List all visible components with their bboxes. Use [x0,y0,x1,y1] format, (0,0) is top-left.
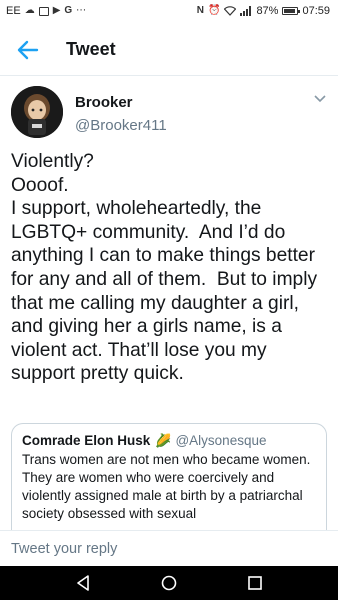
alarm-icon: ⏰ [207,5,221,16]
more-icon: ⋯ [76,5,87,16]
square-recents-icon [248,576,262,590]
quoted-author-name: Comrade Elon Husk [22,433,151,448]
quoted-tweet-text: Trans women are not men who became women… [22,452,311,521]
clock: 07:59 [302,5,330,17]
reply-input[interactable] [11,540,311,557]
navigation-bar [0,566,338,600]
quoted-tweet-header: Comrade Elon Husk 🌽 @Alysonesque [22,432,316,450]
author-names: Brooker @Brooker411 [75,86,167,138]
nav-back-button[interactable] [68,568,98,598]
google-icon: G [64,5,73,16]
quoted-tweet[interactable]: Comrade Elon Husk 🌽 @Alysonesque Trans w… [11,423,327,533]
author-display-name[interactable]: Brooker [75,94,167,112]
reply-bar [0,530,338,566]
triangle-back-icon [77,575,89,591]
corn-emoji-icon: 🌽 [155,433,172,448]
circle-home-icon [161,575,177,591]
battery-icon [282,7,301,15]
status-bar: EE ☁ ▶ G ⋯ N ⏰ 87% 07:59 [0,0,338,22]
avatar[interactable] [11,86,63,138]
nav-recents-button[interactable] [240,568,270,598]
battery-percent: 87% [256,5,279,17]
carrier-label: EE [6,5,21,17]
tweet-text: Violently? Oooof. I support, wholehearte… [11,151,318,385]
nfc-icon: N [196,5,204,16]
nav-home-button[interactable] [154,568,184,598]
status-right: N ⏰ 87% 07:59 [197,5,330,17]
status-left: EE ☁ ▶ G ⋯ [6,5,86,17]
arrow-left-icon [17,40,39,59]
tweet-author: Brooker @Brooker411 [11,86,329,138]
page-title: Tweet [66,39,116,59]
video-icon: ▶ [52,5,61,16]
author-handle[interactable]: @Brooker411 [75,116,167,136]
chevron-down-icon[interactable] [311,92,329,106]
wifi-icon [224,6,237,16]
signal-icon [240,6,252,16]
cloud-icon: ☁ [24,5,35,16]
back-button[interactable] [0,24,56,76]
header: Tweet [0,24,338,76]
image-icon [38,6,49,16]
quoted-author-handle: @Alysonesque [175,433,267,448]
